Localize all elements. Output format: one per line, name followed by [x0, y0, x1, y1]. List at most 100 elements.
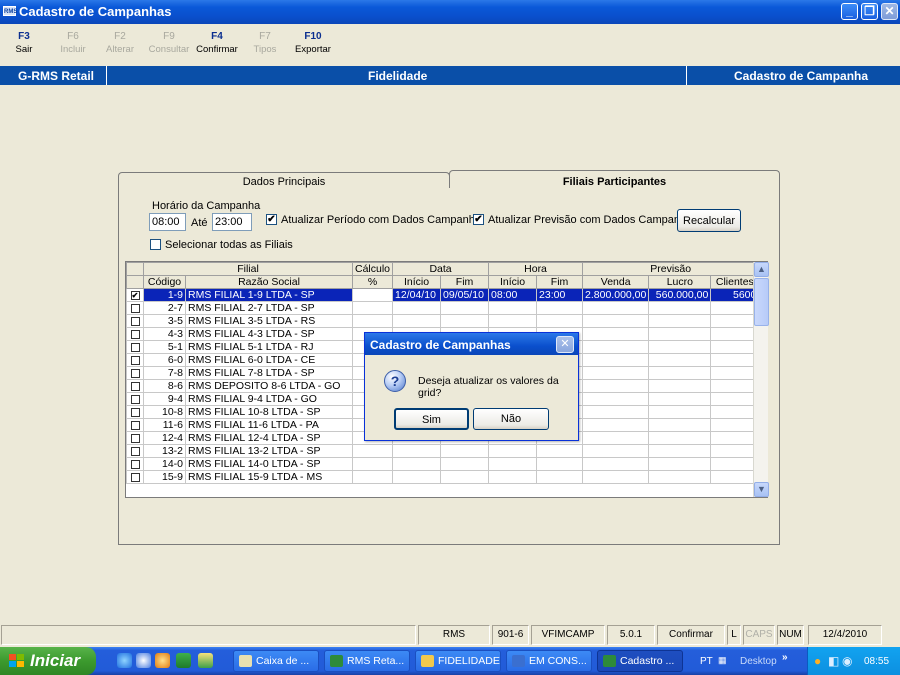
cell-clientes[interactable] [710, 392, 760, 406]
cell-razao-social[interactable]: RMS FILIAL 12-4 LTDA - SP [185, 431, 353, 445]
fkey-exportar-button[interactable]: F10 Exportar [292, 31, 334, 55]
cell-lucro[interactable]: 560.000,00 [648, 288, 712, 302]
table-row[interactable]: 13-2 RMS FILIAL 13-2 LTDA - SP [126, 444, 760, 458]
table-row[interactable]: 15-9 RMS FILIAL 15-9 LTDA - MS [126, 470, 760, 484]
start-button[interactable]: Iniciar [0, 647, 96, 675]
cell-codigo[interactable]: 7-8 [143, 366, 186, 380]
cell-venda[interactable] [582, 366, 650, 380]
scroll-up-icon[interactable]: ▲ [754, 262, 769, 277]
checkbox-icon[interactable] [130, 368, 140, 378]
cell-clientes[interactable] [710, 444, 760, 458]
row-checkbox[interactable] [126, 379, 144, 393]
toolbar-chevron-icon[interactable]: » [782, 652, 788, 663]
cell-hora-inicio[interactable]: 08:00 [488, 288, 538, 302]
grid-scrollbar[interactable]: ▲ ▼ [753, 262, 769, 497]
selecionar-todas-checkbox[interactable] [150, 239, 161, 250]
cell-pct[interactable] [351, 470, 394, 484]
cell-data-fim[interactable]: 09/05/10 [440, 288, 490, 302]
table-row[interactable]: 2-7 RMS FILIAL 2-7 LTDA - SP [126, 301, 760, 315]
cell-hora-fim[interactable] [536, 301, 584, 315]
checkbox-icon[interactable] [130, 407, 140, 417]
fkey-incluir-button[interactable]: F6 Incluir [56, 31, 90, 55]
cell-razao-social[interactable]: RMS FILIAL 15-9 LTDA - MS [185, 470, 353, 484]
task-fidelidade[interactable]: FIDELIDADE [415, 650, 501, 672]
cell-lucro[interactable] [648, 340, 712, 354]
cell-clientes[interactable] [710, 457, 760, 471]
row-checkbox[interactable] [126, 340, 144, 354]
dialog-close-button[interactable]: ✕ [556, 336, 574, 353]
cell-data-fim[interactable] [440, 314, 490, 328]
col-data-fim[interactable]: Fim [440, 275, 490, 289]
cell-lucro[interactable] [648, 457, 712, 471]
task-rms-retail[interactable]: RMS Reta... [324, 650, 410, 672]
cell-lucro[interactable] [648, 379, 712, 393]
fkey-tipos-button[interactable]: F7 Tipos [250, 31, 280, 55]
browser-icon[interactable] [136, 653, 151, 668]
fkey-consultar-button[interactable]: F9 Consultar [146, 31, 192, 55]
hora-fim-field[interactable] [212, 213, 252, 231]
row-checkbox[interactable] [126, 405, 144, 419]
cell-pct[interactable] [351, 314, 394, 328]
table-row[interactable]: ✔ 1-9 RMS FILIAL 1-9 LTDA - SP 12/04/10 09/0… [126, 288, 760, 302]
checkbox-icon[interactable] [130, 446, 140, 456]
scroll-thumb[interactable] [754, 278, 769, 326]
cell-codigo[interactable]: 12-4 [143, 431, 186, 445]
cell-codigo[interactable]: 2-7 [143, 301, 186, 315]
cell-venda[interactable] [582, 444, 650, 458]
cell-data-fim[interactable] [440, 444, 490, 458]
cell-data-fim[interactable] [440, 457, 490, 471]
cell-hora-fim[interactable] [536, 444, 584, 458]
task-cadastro[interactable]: Cadastro ... [597, 650, 683, 672]
col-lucro[interactable]: Lucro [648, 275, 712, 289]
cell-venda[interactable] [582, 314, 650, 328]
checkbox-icon[interactable] [130, 394, 140, 404]
checkbox-icon[interactable] [130, 433, 140, 443]
cell-clientes[interactable] [710, 470, 760, 484]
col-clientes[interactable]: Clientes [710, 275, 760, 289]
cell-lucro[interactable] [648, 301, 712, 315]
cell-clientes[interactable] [710, 379, 760, 393]
cell-codigo[interactable]: 11-6 [143, 418, 186, 432]
table-row[interactable]: 3-5 RMS FILIAL 3-5 LTDA - RS [126, 314, 760, 328]
cell-lucro[interactable] [648, 392, 712, 406]
row-checkbox[interactable] [126, 444, 144, 458]
cell-data-inicio[interactable] [392, 301, 442, 315]
media-icon[interactable] [155, 653, 170, 668]
cell-clientes[interactable] [710, 366, 760, 380]
cell-clientes[interactable] [710, 418, 760, 432]
cell-codigo[interactable]: 5-1 [143, 340, 186, 354]
nao-button[interactable]: Não [473, 408, 549, 430]
window-title-bar[interactable]: RMS Cadastro de Campanhas _ ❐ ✕ [0, 0, 900, 24]
cell-lucro[interactable] [648, 366, 712, 380]
recalcular-button[interactable]: Recalcular [677, 209, 741, 232]
cell-pct[interactable] [351, 444, 394, 458]
rms-quicklaunch-icon[interactable] [176, 653, 191, 668]
task-caixa[interactable]: Caixa de ... [233, 650, 319, 672]
checkbox-icon[interactable] [130, 329, 140, 339]
cell-venda[interactable] [582, 327, 650, 341]
cell-codigo[interactable]: 13-2 [143, 444, 186, 458]
sim-button[interactable]: Sim [394, 408, 469, 430]
keyboard-icon[interactable]: ▦ [718, 655, 727, 666]
cell-data-inicio[interactable] [392, 457, 442, 471]
row-checkbox[interactable] [126, 327, 144, 341]
atualizar-periodo-checkbox[interactable]: ✔ [266, 214, 277, 225]
row-checkbox[interactable] [126, 431, 144, 445]
hora-inicio-field[interactable] [149, 213, 186, 231]
cell-razao-social[interactable]: RMS FILIAL 4-3 LTDA - SP [185, 327, 353, 341]
app-quicklaunch-icon[interactable] [198, 653, 213, 668]
cell-razao-social[interactable]: RMS FILIAL 5-1 LTDA - RJ [185, 340, 353, 354]
cell-codigo[interactable]: 14-0 [143, 457, 186, 471]
col-calculo-pct[interactable]: % [351, 275, 394, 289]
cell-codigo[interactable]: 6-0 [143, 353, 186, 367]
checkbox-icon[interactable] [130, 381, 140, 391]
checkbox-icon[interactable] [130, 303, 140, 313]
cell-razao-social[interactable]: RMS FILIAL 10-8 LTDA - SP [185, 405, 353, 419]
cell-clientes[interactable] [710, 353, 760, 367]
checkbox-icon[interactable] [130, 472, 140, 482]
cell-hora-inicio[interactable] [488, 470, 538, 484]
cell-data-inicio[interactable] [392, 470, 442, 484]
col-data-inicio[interactable]: Início [392, 275, 442, 289]
cell-venda[interactable] [582, 405, 650, 419]
cell-razao-social[interactable]: RMS FILIAL 14-0 LTDA - SP [185, 457, 353, 471]
